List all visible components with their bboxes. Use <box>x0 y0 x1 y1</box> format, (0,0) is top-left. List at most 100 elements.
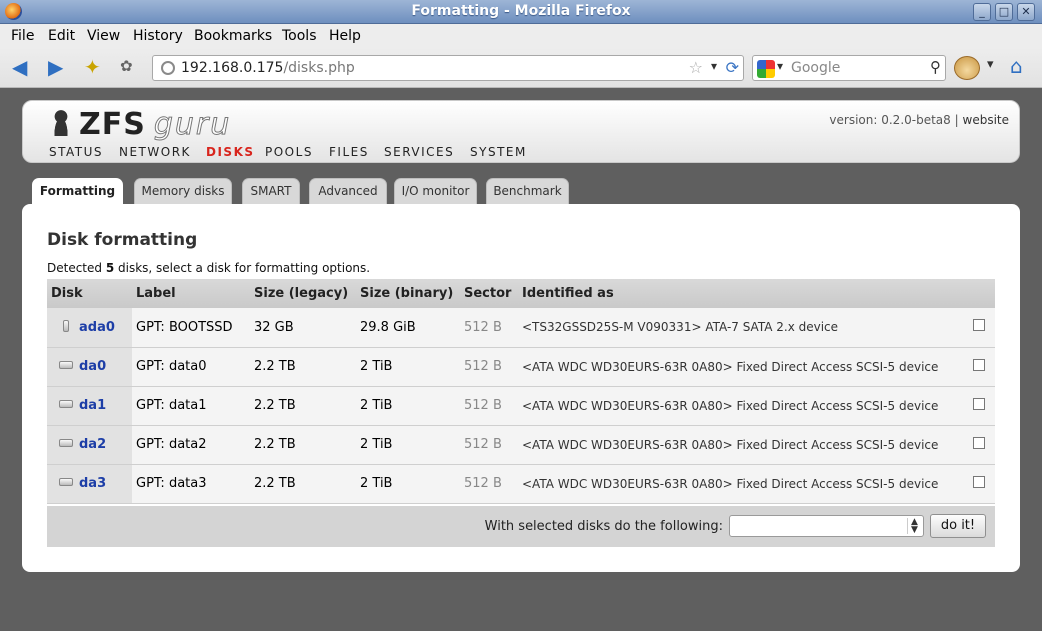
close-button[interactable]: ✕ <box>1017 3 1035 21</box>
search-bar[interactable]: ▾ Google ⚲ <box>752 55 946 81</box>
addon-dropdown-icon[interactable]: ▾ <box>987 57 994 72</box>
tab-advanced[interactable]: Advanced <box>309 178 387 204</box>
tab-formatting[interactable]: Formatting <box>32 178 123 206</box>
disk-size-binary: 2 TiB <box>356 386 460 426</box>
hdd-icon <box>59 478 73 486</box>
search-go-icon[interactable]: ⚲ <box>930 58 941 76</box>
disk-label: GPT: BOOTSSD <box>132 308 250 348</box>
nav-pools[interactable]: POOLS <box>265 145 313 159</box>
nav-services[interactable]: SERVICES <box>384 145 454 159</box>
col-size-legacy: Size (legacy) <box>250 279 356 308</box>
disk-select-cell <box>961 386 995 426</box>
menu-help[interactable]: Help <box>329 28 361 44</box>
disk-name-link[interactable]: ada0 <box>79 320 115 335</box>
disk-select-checkbox[interactable] <box>973 436 985 449</box>
url-dropdown-icon[interactable]: ▾ <box>711 59 717 73</box>
new-bookmark-icon[interactable]: ✦ <box>84 55 101 79</box>
tab-io-monitor[interactable]: I/O monitor <box>394 178 477 204</box>
disk-label: GPT: data3 <box>132 464 250 504</box>
disk-name-link[interactable]: da2 <box>79 437 106 452</box>
page-viewport: ZFS guru version: 0.2.0-beta8 | website S… <box>4 89 1038 627</box>
disk-select-cell <box>961 425 995 465</box>
tab-benchmark[interactable]: Benchmark <box>486 178 569 204</box>
hdd-icon <box>59 400 73 408</box>
forward-arrow-icon[interactable]: ▶ <box>48 55 63 79</box>
reload-icon[interactable]: ⟳ <box>726 58 739 77</box>
disk-select-checkbox[interactable] <box>973 397 985 410</box>
minimize-button[interactable]: _ <box>973 3 991 21</box>
select-arrows-icon: ▲ ▼ <box>907 518 921 535</box>
tab-smart[interactable]: SMART <box>242 178 300 204</box>
disk-select-cell <box>961 464 995 504</box>
page-title: Disk formatting <box>47 230 198 250</box>
addon-icon[interactable]: ✿ <box>120 57 133 75</box>
col-label: Label <box>132 279 250 308</box>
site-logo[interactable]: ZFS guru <box>51 107 231 143</box>
search-engine-dropdown-icon[interactable]: ▾ <box>777 59 783 73</box>
url-bar[interactable]: 192.168.0.175/disks.php ☆ ▾ ⟳ <box>152 55 744 81</box>
content-panel: Disk formatting Detected 5 disks, select… <box>22 204 1020 572</box>
disk-size-legacy: 2.2 TB <box>250 386 356 426</box>
menu-bar: File Edit View History Bookmarks Tools H… <box>0 24 1042 48</box>
disk-name-link[interactable]: da3 <box>79 476 106 491</box>
col-select <box>961 279 995 308</box>
nav-disks[interactable]: DISKS <box>206 145 255 159</box>
version-info: version: 0.2.0-beta8 | website <box>829 113 1009 127</box>
disk-identified-as: <ATA WDC WD30EURS-63R 0A80> Fixed Direct… <box>518 464 961 504</box>
menu-bookmarks[interactable]: Bookmarks <box>194 28 272 44</box>
navigation-toolbar: ◀ ▶ ✦ ✿ 192.168.0.175/disks.php ☆ ▾ ⟳ ▾ … <box>0 48 1042 88</box>
menu-tools[interactable]: Tools <box>282 28 317 44</box>
disk-select-checkbox[interactable] <box>973 319 985 332</box>
search-placeholder: Google <box>791 60 841 76</box>
menu-edit[interactable]: Edit <box>48 28 75 44</box>
menu-history[interactable]: History <box>133 28 183 44</box>
disk-cell: da1 <box>47 386 132 426</box>
disk-sector: 512 B <box>460 347 518 387</box>
website-link[interactable]: website <box>963 113 1010 127</box>
disk-label: GPT: data2 <box>132 425 250 465</box>
table-row: da3 GPT: data3 2.2 TB 2 TiB 512 B <ATA WDC WD… <box>47 464 995 504</box>
menu-file[interactable]: File <box>11 28 34 44</box>
disk-select-checkbox[interactable] <box>973 475 985 488</box>
disk-name-link[interactable]: da0 <box>79 359 106 374</box>
table-row: da1 GPT: data1 2.2 TB 2 TiB 512 B <ATA WDC WD… <box>47 386 995 426</box>
disk-cell: ada0 <box>47 308 132 348</box>
nav-status[interactable]: STATUS <box>49 145 103 159</box>
greasemonkey-icon[interactable] <box>954 56 980 80</box>
disk-size-binary: 29.8 GiB <box>356 308 460 348</box>
google-engine-icon[interactable] <box>757 60 775 78</box>
table-header-row: Disk Label Size (legacy) Size (binary) S… <box>47 279 995 308</box>
buddha-icon <box>51 110 71 136</box>
disk-name-link[interactable]: da1 <box>79 398 106 413</box>
site-identity-icon[interactable] <box>161 61 175 75</box>
maximize-button[interactable]: □ <box>995 3 1013 21</box>
nav-system[interactable]: SYSTEM <box>470 145 527 159</box>
bulk-action-select[interactable]: ▲ ▼ <box>729 515 924 537</box>
tab-memory-disks[interactable]: Memory disks <box>134 178 232 204</box>
disk-identified-as: <ATA WDC WD30EURS-63R 0A80> Fixed Direct… <box>518 347 961 387</box>
disk-cell: da3 <box>47 464 132 504</box>
back-arrow-icon[interactable]: ◀ <box>12 55 27 79</box>
window-titlebar: Formatting - Mozilla Firefox _ □ ✕ <box>0 0 1042 24</box>
home-icon[interactable]: ⌂ <box>1010 54 1023 78</box>
table-row: da0 GPT: data0 2.2 TB 2 TiB 512 B <ATA WDC WD… <box>47 347 995 387</box>
ssd-icon <box>63 319 69 332</box>
disk-select-checkbox[interactable] <box>973 358 985 371</box>
nav-files[interactable]: FILES <box>329 145 369 159</box>
disk-identified-as: <TS32GSSD25S-M V090331> ATA-7 SATA 2.x d… <box>518 308 961 348</box>
do-it-button[interactable]: do it! <box>930 514 986 538</box>
disk-cell: da2 <box>47 425 132 465</box>
disk-table: Disk Label Size (legacy) Size (binary) S… <box>47 279 995 504</box>
version-text: version: 0.2.0-beta8 <box>829 113 951 127</box>
hdd-icon <box>59 361 73 369</box>
url-text[interactable]: 192.168.0.175/disks.php <box>181 60 355 76</box>
disk-size-binary: 2 TiB <box>356 464 460 504</box>
col-identified-as: Identified as <box>518 279 961 308</box>
disk-size-legacy: 2.2 TB <box>250 347 356 387</box>
bookmark-star-icon[interactable]: ☆ <box>689 58 703 77</box>
menu-view[interactable]: View <box>87 28 120 44</box>
disk-select-cell <box>961 308 995 348</box>
col-size-binary: Size (binary) <box>356 279 460 308</box>
disk-select-cell <box>961 347 995 387</box>
nav-network[interactable]: NETWORK <box>119 145 191 159</box>
